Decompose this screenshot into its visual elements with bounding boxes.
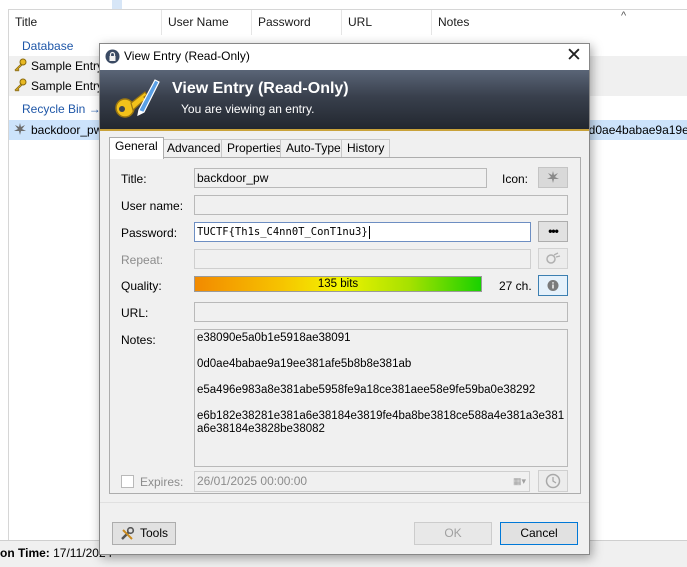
column-header-title[interactable]: Title bbox=[9, 10, 162, 35]
notes-line: 0d0ae4babae9a19ee381afe5b8b8e381ab bbox=[197, 358, 412, 370]
key-icon bbox=[14, 58, 27, 72]
tab-general[interactable]: General bbox=[109, 137, 164, 159]
general-tab-panel: Title: backdoor_pw Icon: User name: Pass… bbox=[109, 157, 581, 494]
status-label: on Time: bbox=[0, 546, 50, 560]
password-quality-bar: 135 bits bbox=[194, 276, 482, 292]
password-generator-icon bbox=[546, 252, 561, 264]
key-icon bbox=[14, 78, 27, 92]
quality-bits-text: 135 bits bbox=[317, 278, 359, 290]
text-caret bbox=[368, 225, 370, 239]
reveal-password-button[interactable]: ••• bbox=[538, 221, 568, 242]
dialog-banner: View Entry (Read-Only) You are viewing a… bbox=[100, 70, 589, 129]
notes-line: e6b182e38281e381a6e38184e3819fe4ba8be381… bbox=[197, 410, 565, 435]
status-text: on Time: 17/11/2024 bbox=[0, 546, 112, 560]
generic-entry-icon bbox=[547, 171, 559, 183]
icon-picker-button[interactable] bbox=[538, 167, 568, 188]
notes-preview-cell: 0d0ae4babae9a19e bbox=[582, 123, 687, 137]
cancel-button[interactable]: Cancel bbox=[500, 522, 578, 545]
entry-title: backdoor_pw bbox=[31, 123, 103, 137]
username-field[interactable] bbox=[194, 195, 568, 215]
tab-history[interactable]: History bbox=[341, 139, 391, 158]
notes-line: e5a496e983a8e381abe5958fe9a18ce381aee58e… bbox=[197, 384, 536, 396]
password-text: TUCTF{Th1s_C4nn0T_ConT1nu3} bbox=[197, 226, 368, 238]
expires-label: Expires: bbox=[140, 475, 184, 489]
background-top-strip bbox=[0, 0, 687, 9]
entry-title: Sample Entry bbox=[31, 79, 104, 93]
notes-line: e38090e5a0b1e5918ae38091 bbox=[197, 332, 351, 344]
quality-label: Quality: bbox=[121, 279, 162, 293]
title-field[interactable]: backdoor_pw bbox=[194, 168, 487, 188]
lock-icon bbox=[105, 49, 120, 64]
expires-checkbox[interactable] bbox=[121, 475, 134, 488]
close-button[interactable]: ✕ bbox=[562, 45, 586, 69]
sort-indicator: ^ bbox=[621, 10, 627, 22]
notes-field[interactable]: e38090e5a0b1e5918ae38091 0d0ae4babae9a19… bbox=[194, 329, 568, 467]
repeat-password-field[interactable] bbox=[194, 249, 531, 269]
banner-subtitle: You are viewing an entry. bbox=[181, 102, 315, 116]
button-bar-separator bbox=[100, 502, 589, 503]
dialog-titlebar[interactable]: View Entry (Read-Only) ✕ bbox=[100, 44, 589, 70]
clock-icon bbox=[545, 473, 561, 489]
tab-advanced[interactable]: Advanced bbox=[161, 139, 227, 158]
expiry-date-field[interactable]: 26/01/2025 00:00:00 ▦▾ bbox=[194, 471, 530, 492]
password-label: Password: bbox=[121, 226, 178, 240]
char-count: 27 ch. bbox=[499, 279, 532, 293]
column-header-username[interactable]: User Name bbox=[162, 10, 252, 35]
title-label: Title: bbox=[121, 172, 147, 186]
notes-label: Notes: bbox=[121, 333, 156, 347]
password-generator-button[interactable] bbox=[538, 248, 568, 269]
key-pen-icon bbox=[115, 79, 160, 118]
view-entry-dialog: View Entry (Read-Only) ✕ View Entry (Rea… bbox=[99, 43, 590, 555]
calendar-dropdown-icon[interactable]: ▦▾ bbox=[506, 475, 526, 488]
password-field[interactable]: TUCTF{Th1s_C4nn0T_ConT1nu3} bbox=[194, 222, 531, 242]
url-label: URL: bbox=[121, 306, 149, 320]
generic-entry-icon bbox=[14, 123, 26, 135]
banner-title: View Entry (Read-Only) bbox=[172, 80, 349, 97]
dialog-title: View Entry (Read-Only) bbox=[124, 49, 250, 63]
column-header-url[interactable]: URL bbox=[342, 10, 432, 35]
icon-label: Icon: bbox=[502, 172, 529, 186]
tools-icon bbox=[120, 526, 136, 541]
tools-button[interactable]: Tools bbox=[112, 522, 176, 545]
tab-properties[interactable]: Properties bbox=[221, 139, 288, 158]
column-header-notes[interactable]: Notes bbox=[432, 10, 687, 35]
expiry-date-text: 26/01/2025 00:00:00 bbox=[197, 474, 308, 488]
entry-title: Sample Entry bbox=[31, 59, 104, 73]
url-field[interactable] bbox=[194, 302, 568, 322]
ok-button[interactable]: OK bbox=[414, 522, 492, 545]
username-label: User name: bbox=[121, 199, 184, 213]
toolbar-remnant bbox=[112, 0, 122, 9]
banner-accent-line bbox=[100, 129, 589, 131]
tab-auto-type[interactable]: Auto-Type bbox=[280, 139, 347, 158]
expiry-preset-button[interactable] bbox=[538, 470, 568, 492]
column-header-password[interactable]: Password bbox=[252, 10, 342, 35]
repeat-label: Repeat: bbox=[121, 253, 164, 267]
quality-info-button[interactable] bbox=[538, 275, 568, 296]
tools-button-label: Tools bbox=[139, 526, 168, 540]
info-icon bbox=[547, 280, 559, 291]
group-label: Recycle Bin → bbox=[22, 102, 101, 116]
group-label: Database bbox=[22, 39, 74, 53]
